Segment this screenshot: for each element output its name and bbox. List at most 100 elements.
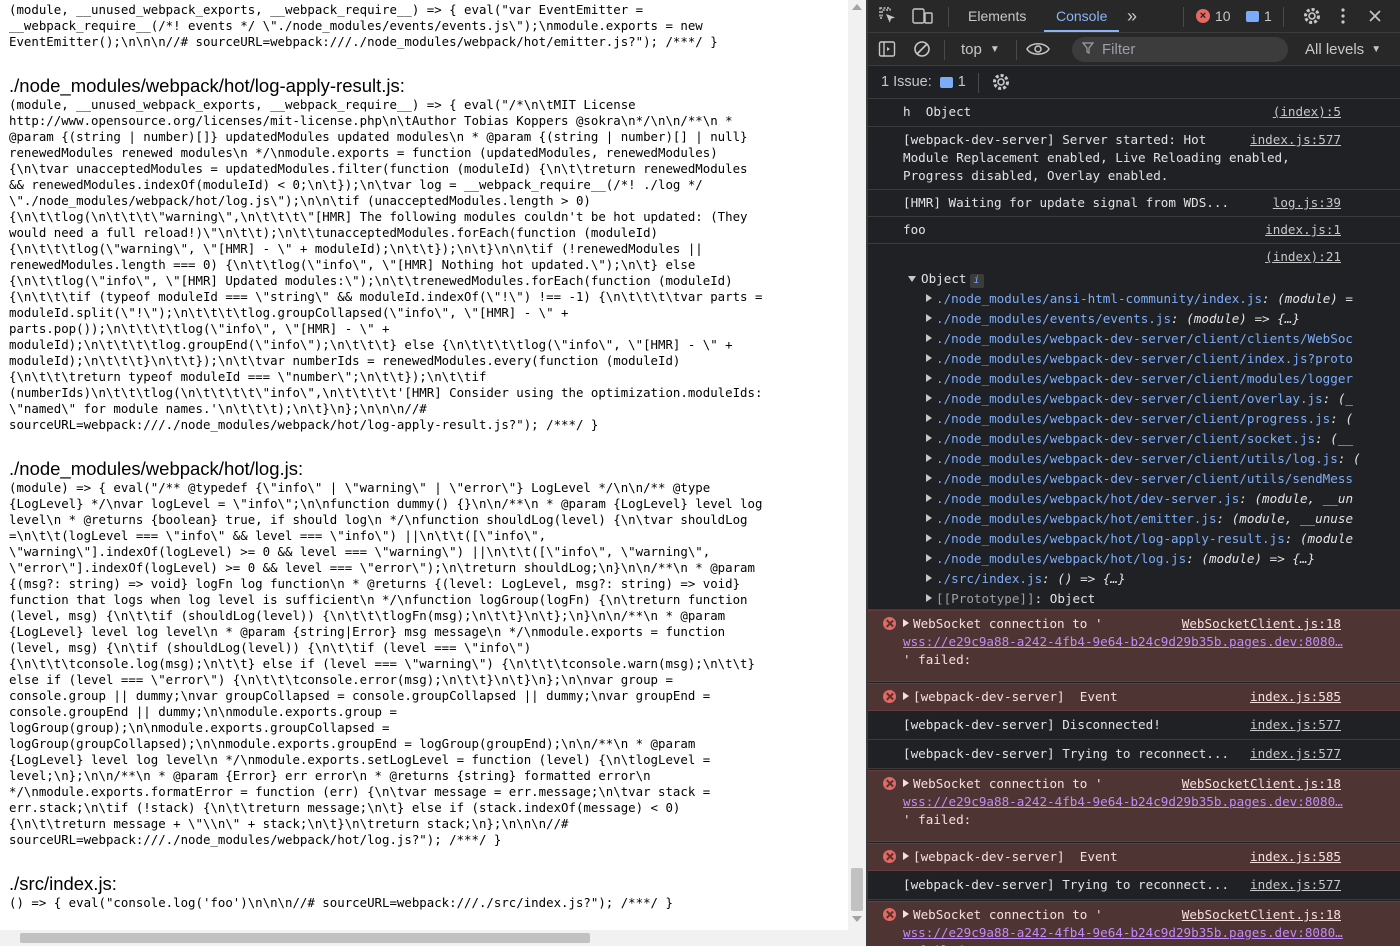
expand-triangle-icon[interactable] bbox=[903, 779, 909, 787]
object-property-row[interactable]: ./node_modules/webpack/hot/dev-server.js… bbox=[926, 489, 1353, 509]
object-property-row[interactable]: ./node_modules/webpack-dev-server/client… bbox=[926, 389, 1353, 409]
collapsed-triangle-icon bbox=[926, 374, 932, 382]
log-source-link[interactable]: WebSocketClient.js:18 bbox=[1182, 906, 1341, 924]
log-source-link[interactable]: index.js:1 bbox=[1265, 221, 1341, 239]
code-section-log-apply-result: ./node_modules/webpack/hot/log-apply-res… bbox=[0, 75, 848, 433]
more-tabs-icon[interactable]: » bbox=[1127, 0, 1137, 32]
property-key: ./node_modules/webpack/hot/dev-server.js bbox=[936, 491, 1240, 506]
filter-input[interactable]: Filter bbox=[1072, 37, 1288, 62]
object-property-row[interactable]: ./node_modules/events/events.js: (module… bbox=[926, 309, 1300, 329]
property-key: ./node_modules/webpack/hot/log.js bbox=[936, 551, 1187, 566]
message-counter[interactable]: 1 bbox=[1246, 0, 1272, 32]
object-property-row[interactable]: ./node_modules/webpack-dev-server/client… bbox=[926, 329, 1353, 349]
live-expression-eye-icon[interactable] bbox=[1026, 33, 1050, 65]
object-property-row[interactable]: [[Prototype]]: Object bbox=[926, 589, 1095, 609]
more-options-icon[interactable] bbox=[1340, 0, 1346, 32]
collapsed-triangle-icon bbox=[926, 534, 932, 542]
log-message: [webpack-dev-server] Trying to reconnect… bbox=[903, 745, 1229, 763]
collapsed-triangle-icon bbox=[926, 594, 932, 602]
tab-console[interactable]: Console bbox=[1044, 0, 1120, 32]
console-settings-gear-icon[interactable] bbox=[991, 66, 1011, 98]
scroll-down-arrow-icon[interactable] bbox=[852, 916, 862, 922]
object-property-row[interactable]: ./node_modules/webpack-dev-server/client… bbox=[926, 349, 1353, 369]
log-text: WebSocket connection to ' bbox=[913, 907, 1103, 922]
log-source-link[interactable]: WebSocketClient.js:18 bbox=[1182, 615, 1341, 633]
object-property-row[interactable]: ./src/index.js: () => {…} bbox=[926, 569, 1126, 589]
log-source-link[interactable]: (index):5 bbox=[1273, 103, 1341, 121]
expand-triangle-icon[interactable] bbox=[903, 619, 909, 627]
vertical-scrollbar[interactable] bbox=[848, 0, 866, 930]
expand-triangle-icon[interactable] bbox=[903, 910, 909, 918]
object-toggle[interactable]: Object i bbox=[908, 269, 984, 289]
object-property-row[interactable]: ./node_modules/webpack/hot/log-apply-res… bbox=[926, 529, 1353, 549]
property-value: : () => {…} bbox=[1042, 571, 1126, 586]
log-source-link[interactable]: index.js:577 bbox=[1250, 716, 1341, 734]
expanded-triangle-icon bbox=[908, 276, 916, 282]
code-block: (module, __unused_webpack_exports, __web… bbox=[9, 2, 718, 49]
object-property-row[interactable]: ./node_modules/webpack-dev-server/client… bbox=[926, 429, 1353, 449]
expand-triangle-icon[interactable] bbox=[903, 692, 909, 700]
devtools-tab-bar: Elements Console » × 10 1 bbox=[868, 0, 1400, 33]
property-key: ./node_modules/webpack-dev-server/client… bbox=[936, 391, 1323, 406]
issues-count: 1 bbox=[957, 74, 966, 90]
log-source-link[interactable]: WebSocketClient.js:18 bbox=[1182, 775, 1341, 793]
object-property-row[interactable]: ./node_modules/webpack-dev-server/client… bbox=[926, 409, 1353, 429]
expand-triangle-icon[interactable] bbox=[903, 852, 909, 860]
log-entry: [webpack-dev-server] Trying to reconnect… bbox=[868, 741, 1400, 769]
context-selector[interactable]: top ▼ bbox=[961, 33, 1000, 65]
error-entry: WebSocket connection to ' wss://e29c9a88-… bbox=[868, 901, 1400, 946]
scroll-up-arrow-icon[interactable] bbox=[852, 4, 862, 10]
device-toolbar-icon[interactable] bbox=[912, 0, 934, 32]
section-heading: ./node_modules/webpack/hot/log.js: bbox=[9, 458, 304, 479]
clear-console-icon[interactable] bbox=[913, 33, 931, 65]
websocket-url-link[interactable]: wss://e29c9a88-a242-4fb4-9e64-b24c9d29b3… bbox=[903, 634, 1343, 649]
log-message[interactable]: [webpack-dev-server] Event bbox=[903, 848, 1118, 866]
log-source-link[interactable]: index.js:577 bbox=[1250, 745, 1341, 763]
issues-link[interactable]: 1 Issue: 1 bbox=[881, 66, 966, 98]
filter-icon bbox=[1081, 41, 1095, 58]
object-property-row[interactable]: ./node_modules/webpack/hot/emitter.js: (… bbox=[926, 509, 1353, 529]
code-section-index: ./src/index.js: () => { eval("console.lo… bbox=[0, 873, 848, 911]
object-property-row[interactable]: ./node_modules/webpack-dev-server/client… bbox=[926, 369, 1353, 389]
log-entry: [webpack-dev-server] Disconnected! index.… bbox=[868, 712, 1400, 740]
tab-elements[interactable]: Elements bbox=[968, 0, 1026, 32]
show-sidebar-icon[interactable] bbox=[878, 33, 896, 65]
log-entry: [webpack-dev-server] Server started: Hot… bbox=[868, 127, 1400, 190]
log-levels-dropdown[interactable]: All levels ▼ bbox=[1305, 33, 1381, 65]
horizontal-scrollbar[interactable] bbox=[0, 930, 866, 946]
code-block: () => { eval("console.log('foo')\n\n\n//… bbox=[9, 895, 673, 910]
tab-label: Elements bbox=[968, 8, 1027, 24]
section-heading: ./node_modules/webpack/hot/log-apply-res… bbox=[9, 75, 405, 96]
inspect-element-icon[interactable] bbox=[878, 0, 898, 32]
property-key: ./node_modules/webpack-dev-server/client… bbox=[936, 351, 1354, 366]
chevron-down-icon: ▼ bbox=[989, 43, 1000, 55]
log-source-link[interactable]: index.js:577 bbox=[1250, 876, 1341, 894]
settings-gear-icon[interactable] bbox=[1302, 0, 1322, 32]
object-property-row[interactable]: ./node_modules/webpack/hot/log.js: (modu… bbox=[926, 549, 1315, 569]
log-tail: ' failed: bbox=[903, 812, 972, 827]
log-source-link[interactable]: index.js:585 bbox=[1250, 848, 1341, 866]
log-message[interactable]: [webpack-dev-server] Event bbox=[903, 688, 1118, 706]
error-icon bbox=[883, 908, 896, 921]
log-source-link[interactable]: (index):21 bbox=[1265, 248, 1341, 266]
collapsed-triangle-icon bbox=[926, 514, 932, 522]
log-source-link[interactable]: index.js:577 bbox=[1250, 131, 1341, 149]
collapsed-triangle-icon bbox=[926, 414, 932, 422]
websocket-url-link[interactable]: wss://e29c9a88-a242-4fb4-9e64-b24c9d29b3… bbox=[903, 794, 1343, 809]
log-entry: [HMR] Waiting for update signal from WDS… bbox=[868, 190, 1400, 217]
scrollbar-thumb[interactable] bbox=[851, 868, 863, 911]
object-property-row[interactable]: ./node_modules/webpack-dev-server/client… bbox=[926, 449, 1361, 469]
scrollbar-thumb[interactable] bbox=[20, 933, 590, 943]
collapsed-triangle-icon bbox=[926, 574, 932, 582]
websocket-url-link[interactable]: wss://e29c9a88-a242-4fb4-9e64-b24c9d29b3… bbox=[903, 925, 1343, 940]
error-counter[interactable]: × 10 bbox=[1196, 0, 1231, 32]
close-devtools-icon[interactable] bbox=[1368, 0, 1382, 32]
property-value: : (module, __un bbox=[1239, 491, 1354, 506]
object-property-row[interactable]: ./node_modules/ansi-html-community/index… bbox=[926, 289, 1353, 309]
chevron-down-icon: ▼ bbox=[1371, 43, 1382, 55]
log-source-link[interactable]: log.js:39 bbox=[1273, 194, 1341, 212]
object-property-row[interactable]: ./node_modules/webpack-dev-server/client… bbox=[926, 469, 1353, 489]
error-icon bbox=[883, 690, 896, 703]
log-source-link[interactable]: index.js:585 bbox=[1250, 688, 1341, 706]
more-tabs-glyph: » bbox=[1127, 5, 1138, 26]
